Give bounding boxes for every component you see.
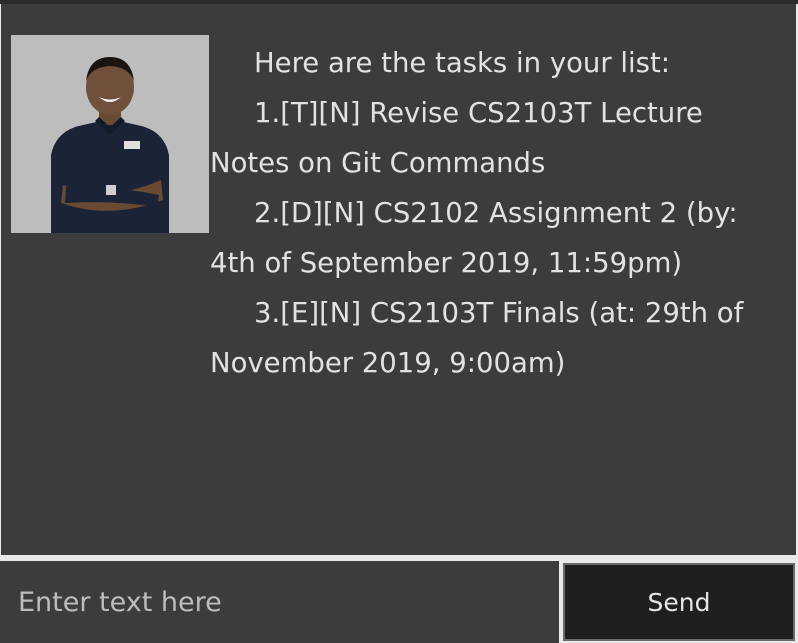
- message-line: November 2019, 9:00am): [210, 347, 566, 379]
- user-avatar-icon: [11, 35, 209, 233]
- message-line: 3.[E][N] CS2103T Finals (at: 29th of: [254, 297, 744, 329]
- message-line: 4th of September 2019, 11:59pm): [210, 247, 683, 279]
- command-input[interactable]: [0, 561, 559, 643]
- input-bar: Send: [0, 559, 798, 643]
- bot-response-text: Here are the tasks in your list: 1.[T][N…: [210, 38, 775, 388]
- message-line: Notes on Git Commands: [210, 147, 546, 179]
- message-line: Here are the tasks in your list:: [254, 47, 671, 79]
- chat-window: Here are the tasks in your list: 1.[T][N…: [0, 0, 798, 643]
- dialog-container[interactable]: Here are the tasks in your list: 1.[T][N…: [1, 4, 796, 555]
- message-line: 1.[T][N] Revise CS2103T Lecture: [254, 97, 703, 129]
- send-button[interactable]: Send: [563, 563, 795, 641]
- message-line: 2.[D][N] CS2102 Assignment 2 (by:: [254, 197, 738, 229]
